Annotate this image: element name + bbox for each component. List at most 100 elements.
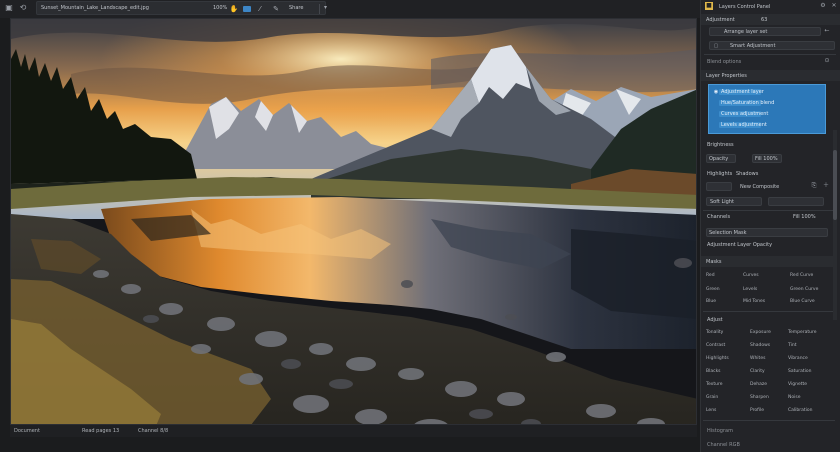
list-item[interactable]: Curves adjustment xyxy=(713,110,823,118)
adjust-row-c[interactable]: Vignette xyxy=(788,382,807,387)
add-icon[interactable]: ＋ xyxy=(822,182,830,190)
document-path: Sunset_Mountain_Lake_Landscape_edit.jpg xyxy=(41,5,149,11)
adjust-row-a: Lens xyxy=(706,408,717,413)
divider xyxy=(703,420,835,421)
panel-title: Layers Control Panel xyxy=(719,4,771,10)
app-icon: ■ xyxy=(705,2,713,10)
blend-options-label: Blend options xyxy=(707,59,742,65)
list-item[interactable]: Hue/Saturation blend xyxy=(713,99,823,107)
mask-row-c[interactable]: Green Curve xyxy=(790,287,818,292)
adjust-row-c[interactable]: Calibration xyxy=(788,408,812,413)
adjust-row-b[interactable]: Sharpen xyxy=(750,395,769,400)
adjust-row-b[interactable]: Exposure xyxy=(750,330,771,335)
adjust-row-c[interactable]: Temperature xyxy=(788,330,817,335)
arrow-left-icon[interactable]: ← xyxy=(823,27,831,35)
arrange-layer-value: Arrange layer set xyxy=(724,29,768,35)
adjust-row-c[interactable]: Vibrance xyxy=(788,356,808,361)
selection-mask-label: Selection Mask xyxy=(709,230,747,236)
pin-icon[interactable]: ⊙ xyxy=(823,57,831,65)
mask-row-b[interactable]: Curves xyxy=(743,273,759,278)
divider xyxy=(704,54,836,55)
landscape-photo xyxy=(11,19,696,436)
highlights-label: Highlights xyxy=(707,171,733,177)
adjust-row-c[interactable]: Tint xyxy=(788,343,796,348)
divider xyxy=(703,210,835,211)
duplicate-icon[interactable]: ⎘ xyxy=(810,182,818,190)
mask-row-b[interactable]: Levels xyxy=(743,287,757,292)
adjust-row-a: Tonality xyxy=(706,330,724,335)
list-item[interactable]: Levels adjustment xyxy=(713,121,823,129)
blend-mode-value: Soft Light xyxy=(710,199,734,205)
zoom-level[interactable]: 100% xyxy=(213,5,227,11)
scrollbar-thumb[interactable] xyxy=(833,150,837,220)
adjust-row-a: Blacks xyxy=(706,369,721,374)
opacity-label: Opacity xyxy=(709,156,729,162)
smart-adjustment-value: Smart Adjustment xyxy=(730,43,776,49)
list-item-label: Curves adjustment xyxy=(721,111,769,117)
smart-adjustment-field[interactable]: ▢ Smart Adjustment xyxy=(709,41,835,50)
selection-mask-field[interactable]: Selection Mask xyxy=(706,228,828,237)
adjust-row-a: Texture xyxy=(706,382,723,387)
back-icon[interactable]: ⟲ xyxy=(18,3,28,13)
blend-mode-select[interactable]: Soft Light xyxy=(706,197,762,206)
adjustment-header-value: 63 xyxy=(761,17,768,23)
shadows-label: Shadows xyxy=(736,171,759,177)
folder-icon[interactable]: ▣ xyxy=(4,3,14,13)
chevron-down-icon[interactable]: ▾ xyxy=(324,4,327,11)
arrange-layer-field[interactable]: Arrange layer set xyxy=(709,27,821,36)
adjust-row-a: Grain xyxy=(706,395,719,400)
layer-properties-header: Layer Properties xyxy=(701,70,840,81)
layer-list[interactable]: ◉ Adjustment layer Hue/Saturation blend … xyxy=(708,84,826,134)
document-path-bar: Sunset_Mountain_Lake_Landscape_edit.jpg … xyxy=(36,1,327,15)
toolbar-divider xyxy=(319,4,320,14)
adjustment-header-label: Adjustment xyxy=(706,17,735,23)
brush-icon[interactable]: ⁄ xyxy=(255,4,265,14)
hand-icon[interactable]: ✋ xyxy=(229,4,239,14)
list-item[interactable]: ◉ Adjustment layer xyxy=(713,88,823,96)
divider xyxy=(703,311,835,312)
mask-row-b[interactable]: Mid Tones xyxy=(743,299,765,304)
pen-icon[interactable]: ✎ xyxy=(271,4,281,14)
blend-opacity-field[interactable] xyxy=(768,197,824,206)
share-button[interactable]: Share xyxy=(289,5,303,11)
channels-value: Fill 100% xyxy=(793,214,816,220)
adjust-row-c[interactable]: Noise xyxy=(788,395,800,400)
mask-row-c[interactable]: Blue Curve xyxy=(790,299,815,304)
histogram-channel[interactable]: Channel RGB xyxy=(707,442,740,448)
status-document: Document xyxy=(14,428,40,434)
adjust-row-a: Contrast xyxy=(706,343,726,348)
histogram-label: Histogram xyxy=(707,428,733,434)
image-canvas[interactable] xyxy=(10,18,697,437)
mask-row-c[interactable]: Red Curve xyxy=(790,273,813,278)
adjust-row-b[interactable]: Shadows xyxy=(750,343,770,348)
panel-scrollbar[interactable] xyxy=(833,130,837,320)
adjust-row-b[interactable]: Profile xyxy=(750,408,764,413)
list-item-label: Hue/Saturation blend xyxy=(721,100,775,106)
adjust-row-a: Highlights xyxy=(706,356,729,361)
status-channel: Channel 8/8 xyxy=(138,428,169,434)
list-item-label: Levels adjustment xyxy=(721,122,767,128)
adjust-row-b[interactable]: Whites xyxy=(750,356,765,361)
fill-field[interactable]: Fill 100% xyxy=(752,154,782,163)
view-dropdown[interactable] xyxy=(706,182,732,191)
square-icon: ▢ xyxy=(713,43,719,49)
close-icon[interactable]: ✕ xyxy=(830,2,838,10)
color-swatch[interactable] xyxy=(243,6,251,12)
status-bar: Document Read pages 13 Channel 8/8 xyxy=(10,424,697,437)
masks-label: Masks xyxy=(706,259,722,265)
mask-row-a: Red xyxy=(706,273,715,278)
masks-header: Masks xyxy=(701,256,835,267)
adjust-label: Adjust xyxy=(707,317,723,323)
status-pages: Read pages 13 xyxy=(82,428,120,434)
adjust-row-b[interactable]: Dehaze xyxy=(750,382,767,387)
adjust-row-b[interactable]: Clarity xyxy=(750,369,765,374)
fill-value: Fill 100% xyxy=(755,156,778,162)
new-composite-label: New Composite xyxy=(740,184,780,190)
adjustment-opacity-label: Adjustment Layer Opacity xyxy=(707,242,773,248)
gear-icon[interactable]: ⚙ xyxy=(819,2,827,10)
layer-properties-title: Layer Properties xyxy=(706,73,747,79)
opacity-field[interactable]: Opacity xyxy=(706,154,736,163)
list-item-label: Adjustment layer xyxy=(721,89,764,95)
adjust-row-c[interactable]: Saturation xyxy=(788,369,811,374)
channels-label: Channels xyxy=(707,214,731,220)
